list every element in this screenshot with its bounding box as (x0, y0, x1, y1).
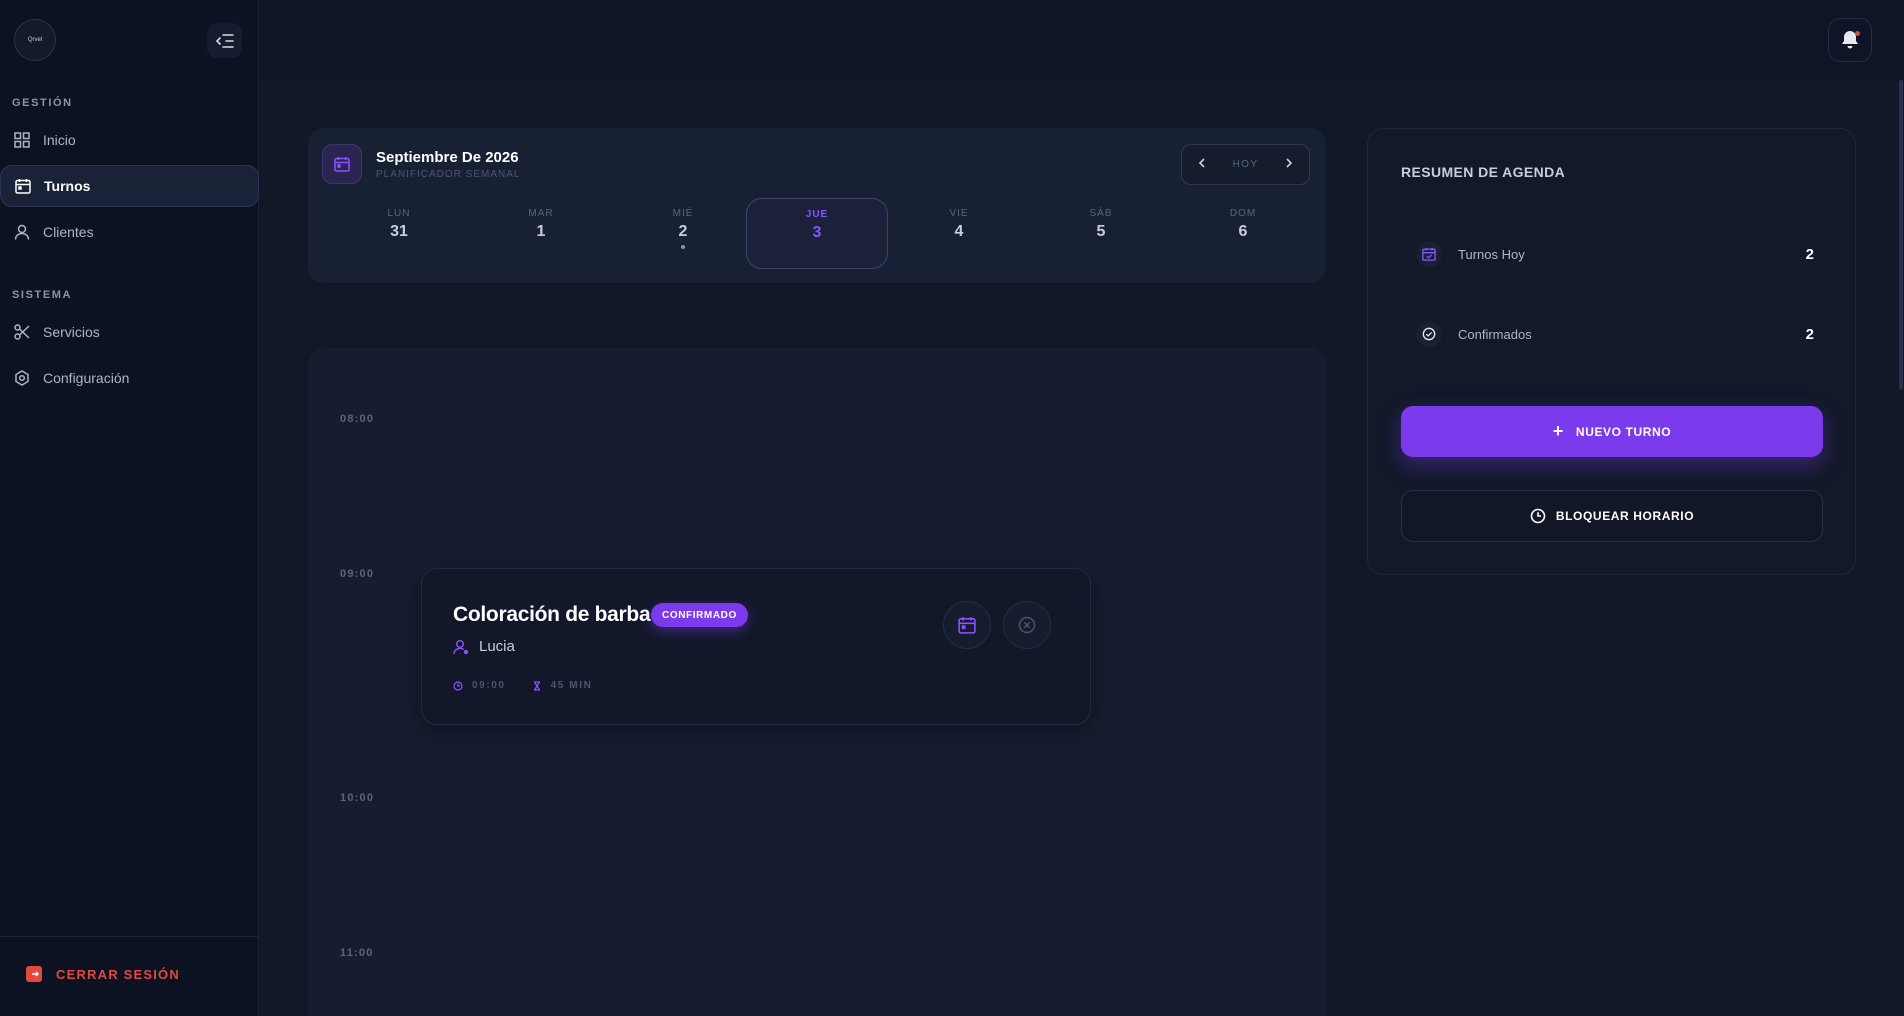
summary-value: 2 (1805, 325, 1814, 343)
summary-label: Confirmados (1458, 326, 1532, 342)
client-name: Lucia (479, 638, 515, 655)
hour-label: 08:00 (340, 413, 375, 425)
sidebar-item-servicios[interactable]: Servicios (0, 311, 259, 353)
day-mie[interactable]: MIÉ 2 (612, 198, 754, 269)
status-badge: CONFIRMADO (651, 603, 748, 627)
logo-text: Qrvel (27, 37, 43, 43)
summary-title: RESUMEN DE AGENDA (1401, 164, 1566, 180)
sidebar-item-label: Configuración (43, 370, 130, 386)
day-sab[interactable]: SÁB 5 (1030, 198, 1172, 269)
day-name: JUE (805, 209, 829, 220)
sidebar: Qrvel GESTIÓN Inicio Turnos Clientes SIS… (0, 0, 259, 1016)
sidebar-divider (0, 936, 259, 937)
plus-icon: + (1552, 421, 1564, 441)
hour-label: 11:00 (340, 947, 374, 959)
week-calendar-card: Septiembre De 2026 PLANIFICADOR SEMANAL … (308, 128, 1326, 283)
chevron-right-icon (1286, 158, 1293, 168)
calendar-subtitle: PLANIFICADOR SEMANAL (376, 169, 521, 180)
day-date: 4 (954, 223, 964, 240)
day-name: MIÉ (672, 208, 694, 219)
week-navigation: HOY (1181, 144, 1310, 185)
chevron-left-icon (1198, 158, 1205, 168)
grid-icon (13, 131, 31, 149)
collapse-sidebar-button[interactable] (207, 23, 242, 58)
sidebar-item-clientes[interactable]: Clientes (0, 211, 259, 253)
day-name: VIE (949, 208, 969, 219)
summary-value: 2 (1805, 245, 1814, 263)
day-timeline: 08:00 09:00 10:00 11:00 Coloración de ba… (308, 348, 1326, 1016)
summary-row-turnos-hoy: Turnos Hoy 2 (1416, 236, 1814, 272)
user-icon (453, 639, 469, 655)
check-circle-icon (1416, 321, 1442, 347)
agenda-summary-card: RESUMEN DE AGENDA Turnos Hoy 2 Confirmad… (1367, 128, 1856, 575)
block-schedule-button[interactable]: BLOQUEAR HORARIO (1401, 490, 1823, 542)
scissors-icon (13, 323, 31, 341)
hour-label: 09:00 (340, 568, 375, 580)
day-name: MAR (528, 208, 554, 219)
prev-week-button[interactable] (1198, 158, 1206, 171)
day-mar[interactable]: MAR 1 (470, 198, 612, 269)
day-dom[interactable]: DOM 6 (1172, 198, 1314, 269)
section-sistema-label: SISTEMA (12, 289, 73, 301)
sidebar-item-turnos[interactable]: Turnos (0, 165, 259, 207)
calendar-icon (958, 617, 976, 634)
sidebar-item-label: Turnos (44, 178, 91, 194)
day-date: 31 (390, 223, 408, 240)
sidebar-item-inicio[interactable]: Inicio (0, 119, 259, 161)
day-date: 1 (536, 223, 546, 240)
appointment-title: Coloración de barba (453, 603, 651, 626)
appointment-time: 09:00 (472, 680, 506, 691)
day-lun[interactable]: LUN 31 (328, 198, 470, 269)
clock-icon (453, 680, 463, 691)
next-week-button[interactable] (1285, 158, 1293, 171)
today-button[interactable]: HOY (1233, 159, 1259, 170)
cancel-appointment-button[interactable] (1003, 601, 1051, 649)
section-gestion-label: GESTIÓN (12, 97, 73, 109)
settings-icon (13, 369, 31, 387)
logout-button[interactable]: CERRAR SESIÓN (26, 966, 180, 982)
new-appointment-label: NUEVO TURNO (1575, 424, 1672, 439)
appointment-meta: 09:00 45 MIN (453, 680, 592, 691)
sidebar-item-label: Clientes (43, 224, 94, 240)
logout-label: CERRAR SESIÓN (56, 966, 180, 982)
sidebar-item-configuracion[interactable]: Configuración (0, 357, 259, 399)
hourglass-icon (532, 680, 542, 691)
reschedule-button[interactable] (943, 601, 991, 649)
sidebar-item-label: Servicios (43, 324, 100, 340)
clock-icon (1530, 508, 1546, 524)
notification-dot (1855, 31, 1860, 36)
app-logo[interactable]: Qrvel (14, 19, 56, 61)
logout-icon (26, 966, 42, 982)
new-appointment-button[interactable]: + NUEVO TURNO (1401, 406, 1823, 457)
hour-label: 10:00 (340, 792, 375, 804)
calendar-header-icon (322, 144, 362, 184)
day-name: LUN (387, 208, 411, 219)
calendar-month-title: Septiembre De 2026 (376, 149, 519, 166)
summary-label: Turnos Hoy (1458, 246, 1525, 262)
notifications-button[interactable] (1828, 18, 1872, 62)
appointment-card[interactable]: Coloración de barba CONFIRMADO Lucia 09:… (421, 568, 1091, 725)
calendar-icon (14, 177, 32, 195)
day-jue[interactable]: JUE 3 (746, 198, 888, 269)
sidebar-item-label: Inicio (43, 132, 76, 148)
day-name: DOM (1229, 208, 1257, 219)
main-scrollbar[interactable] (1899, 80, 1903, 390)
appointment-client: Lucia (453, 638, 515, 655)
day-date: 2 (678, 223, 688, 240)
day-vie[interactable]: VIE 4 (888, 198, 1030, 269)
close-circle-icon (1018, 616, 1036, 634)
summary-row-confirmados: Confirmados 2 (1416, 316, 1814, 352)
user-icon (13, 223, 31, 241)
day-date: 3 (812, 224, 822, 241)
menu-collapse-icon (215, 33, 234, 48)
event-indicator-dot (681, 245, 685, 249)
block-schedule-label: BLOQUEAR HORARIO (1555, 509, 1695, 523)
day-date: 6 (1238, 223, 1248, 240)
calendar-check-icon (1416, 241, 1442, 267)
day-name: SÁB (1089, 208, 1113, 219)
appointment-duration: 45 MIN (550, 680, 593, 691)
day-date: 5 (1096, 223, 1106, 240)
